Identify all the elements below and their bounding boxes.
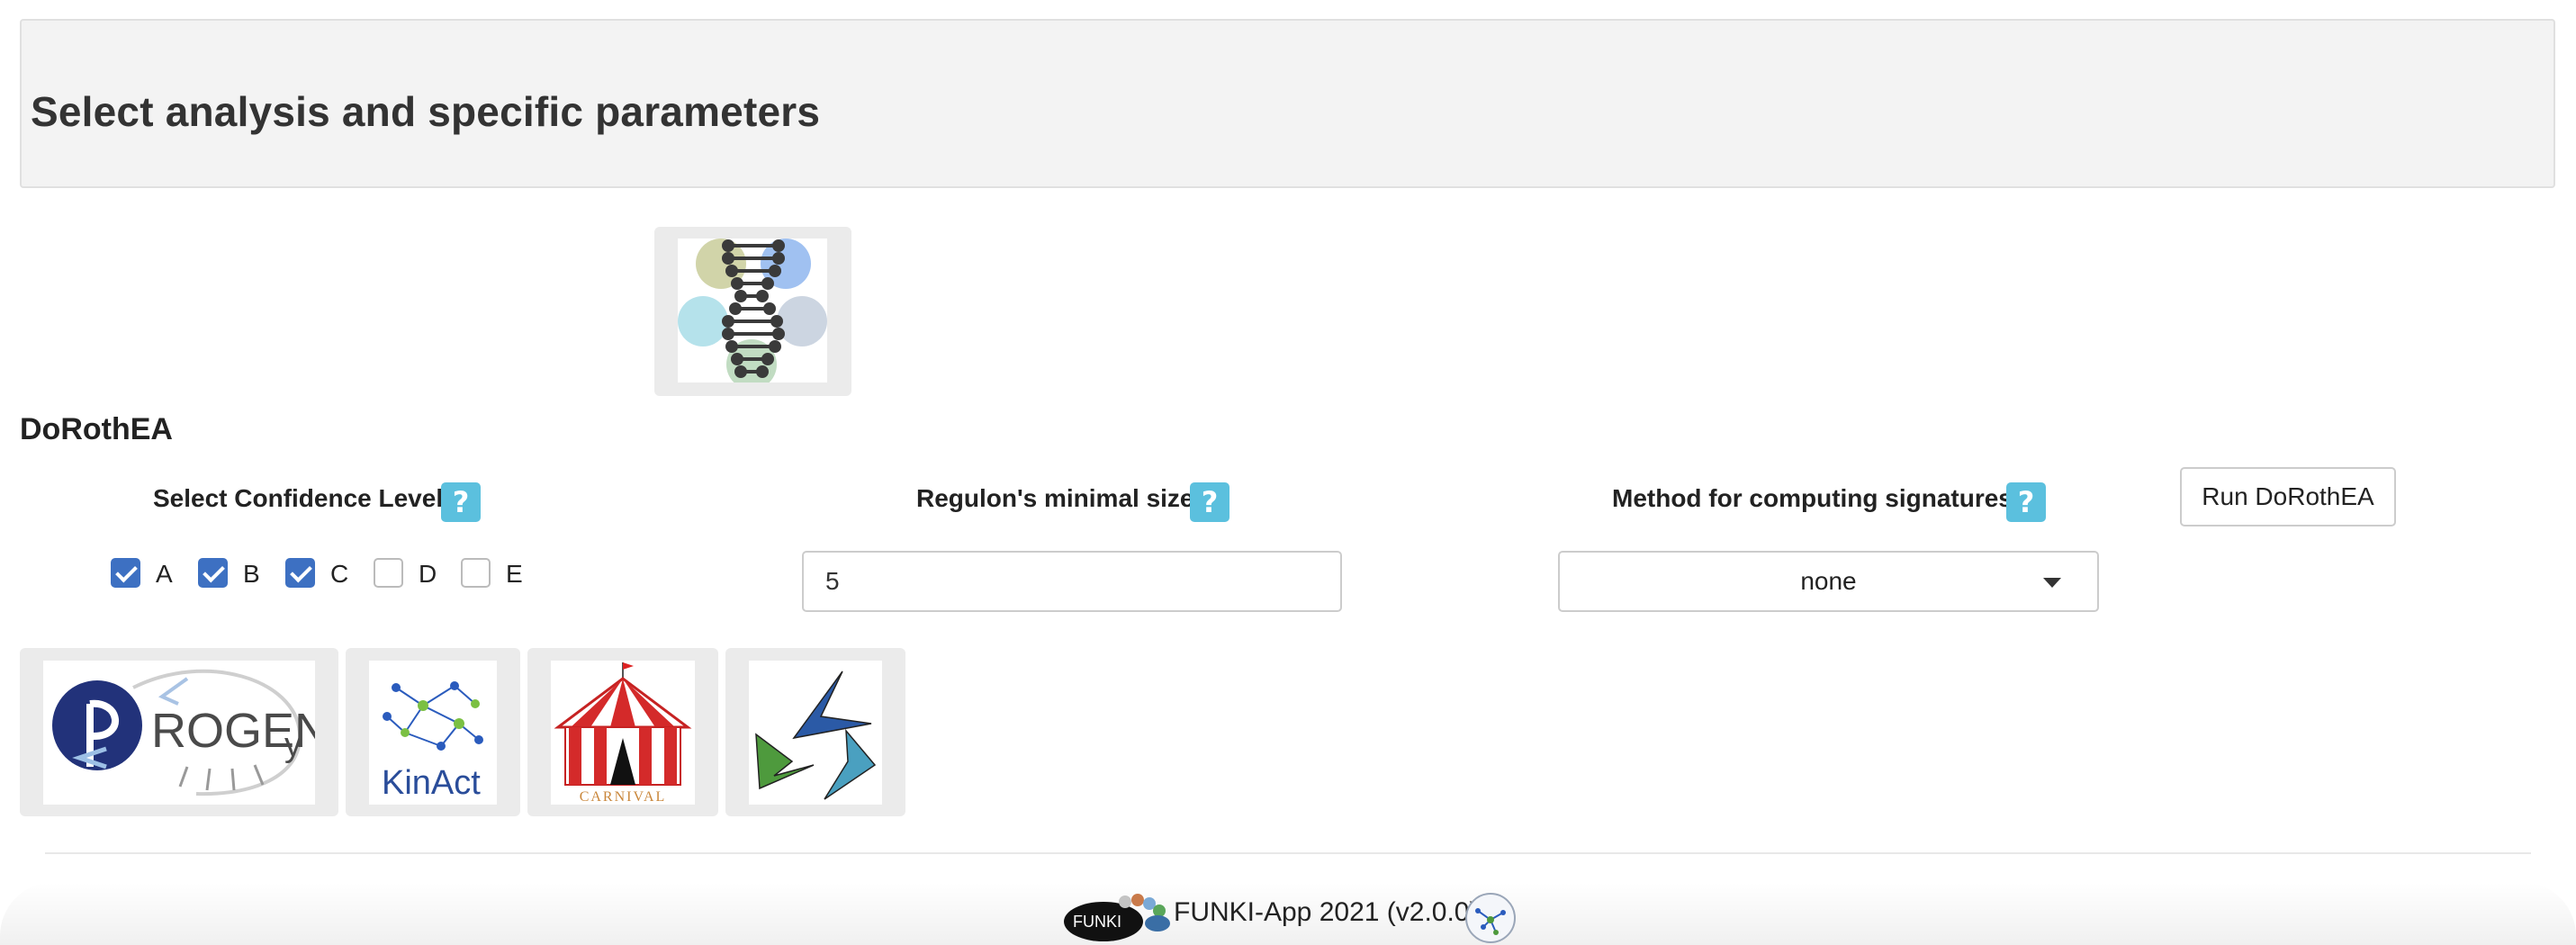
progeny-logo: ROGEN y (43, 661, 315, 805)
checkbox-e-label: E (506, 560, 523, 588)
progeny-logo-icon: ROGEN y (52, 669, 315, 796)
checkbox-b[interactable] (198, 558, 228, 588)
checkbox-d-label: D (419, 560, 437, 588)
dna-icon (678, 238, 827, 382)
checkbox-c-label: C (330, 560, 349, 588)
confidence-level-label: Select Confidence Level (153, 484, 444, 512)
carnival-tent-icon: CARNIVAL (554, 662, 692, 805)
tool-tile-dorothea[interactable] (654, 227, 851, 396)
checkbox-d[interactable] (374, 558, 403, 588)
run-dorothea-button[interactable]: Run DoRothEA (2180, 467, 2396, 526)
tool-tile-progeny[interactable]: ROGEN y (20, 648, 338, 816)
cosmos-logo (749, 661, 882, 805)
method-help-icon[interactable]: ? (2006, 482, 2046, 522)
carnival-logo-text: CARNIVAL (580, 789, 667, 805)
method-label: Method for computing signatures (1612, 484, 2013, 512)
tool-tile-carnival[interactable]: CARNIVAL (527, 648, 718, 816)
regulon-size-label: Regulon's minimal size (916, 484, 1194, 512)
footer-divider (45, 852, 2531, 854)
page-title: Select analysis and specific parameters (31, 88, 821, 135)
checkbox-b-label: B (243, 560, 260, 588)
tool-title: DoRothEA (20, 412, 173, 446)
regulon-help-icon[interactable]: ? (1190, 482, 1229, 522)
chevron-down-icon (2043, 578, 2061, 588)
funki-logo-icon: FUNKI (1064, 894, 1170, 941)
funki-logo-text: FUNKI (1073, 913, 1121, 931)
tool-tile-kinact[interactable]: KinAct (346, 648, 520, 816)
footer-text: FUNKI-App 2021 (v2.0.0) (1174, 897, 1479, 927)
regulon-size-input[interactable]: 5 (802, 551, 1342, 612)
kinact-logo: KinAct (369, 661, 497, 805)
checkbox-c[interactable] (285, 558, 315, 588)
checkbox-a-label: A (156, 560, 173, 588)
triangles-icon (755, 670, 877, 800)
carnival-logo: CARNIVAL (551, 661, 695, 805)
kinact-network-icon: KinAct (382, 681, 483, 802)
kinact-logo-text: KinAct (382, 764, 481, 802)
saezlab-logo-icon (1465, 893, 1516, 943)
progeny-logo-sub: y (284, 726, 302, 764)
method-select-value: none (1800, 567, 1857, 595)
tool-tile-cosmos[interactable] (725, 648, 905, 816)
header-panel: Select analysis and specific parameters (20, 19, 2555, 188)
checkbox-e[interactable] (461, 558, 491, 588)
method-select[interactable]: none (1558, 551, 2099, 612)
checkbox-a[interactable] (111, 558, 140, 588)
dorothea-logo (678, 238, 827, 382)
confidence-help-icon[interactable]: ? (441, 482, 481, 522)
